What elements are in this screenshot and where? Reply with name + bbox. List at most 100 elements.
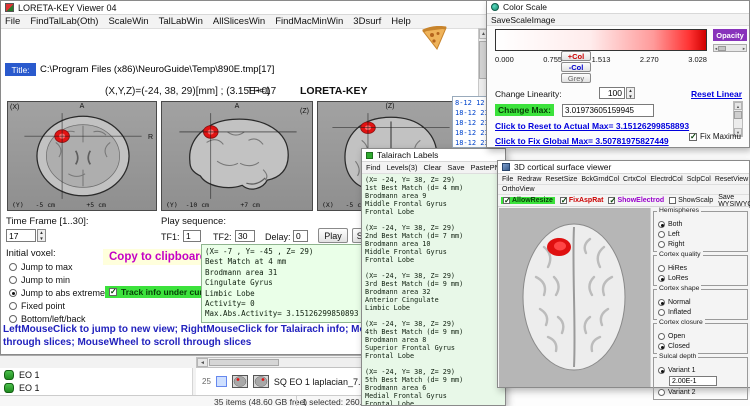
menu-crtxcol[interactable]: CrtxCol bbox=[623, 176, 646, 183]
menu-sclpcol[interactable]: SclpCol bbox=[687, 176, 711, 183]
show-electrod-checkbox[interactable]: ShowElectrod bbox=[608, 197, 664, 204]
delay-input[interactable]: 0 bbox=[293, 230, 308, 242]
menu-orthoview[interactable]: OrthoView bbox=[502, 186, 535, 193]
tf2-input[interactable]: 30 bbox=[235, 230, 255, 242]
closure-open-radio[interactable]: Open bbox=[658, 331, 745, 341]
menu-resetsize[interactable]: ResetSize bbox=[545, 176, 577, 183]
radio-icon[interactable] bbox=[658, 265, 665, 272]
radio-icon[interactable] bbox=[658, 275, 665, 282]
sagittal-brain-image[interactable] bbox=[175, 111, 301, 201]
menu-save[interactable]: Save bbox=[447, 163, 464, 172]
menu-3dsurf[interactable]: 3Dsurf bbox=[353, 16, 381, 27]
list-item[interactable]: EO 1 bbox=[0, 368, 192, 381]
radio-icon[interactable] bbox=[658, 389, 665, 396]
radio-icon[interactable] bbox=[658, 309, 665, 316]
radio-icon[interactable] bbox=[9, 263, 17, 271]
shape-normal-radio[interactable]: Normal bbox=[658, 297, 745, 307]
menu-resetview[interactable]: ResetView bbox=[715, 176, 748, 183]
reset-linear-link[interactable]: Reset Linear bbox=[691, 89, 742, 99]
checkbox-icon[interactable] bbox=[669, 197, 676, 204]
save-wysiwyg-button[interactable]: Save WYSIWYG bbox=[718, 194, 750, 208]
menu-help[interactable]: Help bbox=[391, 16, 411, 27]
spinner-down-icon[interactable]: ▼ bbox=[38, 236, 45, 242]
minus-col-button[interactable]: -Col bbox=[561, 62, 591, 72]
viewer3d-titlebar[interactable]: 3D cortical surface viewer bbox=[498, 161, 749, 174]
main-titlebar[interactable]: LORETA-KEY Viewer 04 bbox=[1, 1, 488, 15]
slider-up-icon[interactable]: ▲ bbox=[734, 102, 742, 110]
radio-icon[interactable] bbox=[658, 333, 665, 340]
menu-bckgrndcol[interactable]: BckGrndCol bbox=[581, 176, 619, 183]
menu-pastepn[interactable]: PastePN bbox=[471, 163, 501, 172]
radio-icon[interactable] bbox=[9, 302, 17, 310]
quality-hires-radio[interactable]: HiRes bbox=[658, 263, 745, 273]
sagittal-slice-panel[interactable]: A (Z) (Y) -10 cm +7 cm bbox=[161, 101, 313, 211]
menu-allsliceswin[interactable]: AllSlicesWin bbox=[213, 16, 265, 27]
fix-global-max-link[interactable]: Click to Fix Global Max= 3.5078197582744… bbox=[495, 136, 669, 146]
slider-thumb[interactable] bbox=[734, 111, 742, 119]
menu-clear[interactable]: Clear bbox=[423, 163, 441, 172]
time-frame-spinner[interactable]: ▲▼ bbox=[37, 229, 46, 242]
scroll-left-icon[interactable]: ◄ bbox=[197, 358, 208, 367]
scroll-thumb[interactable] bbox=[209, 359, 279, 366]
menu-findtallab[interactable]: FindTalLab(Oth) bbox=[30, 16, 98, 27]
list-item[interactable]: EO 1 bbox=[0, 381, 192, 394]
hemi-both-radio[interactable]: Both bbox=[658, 219, 745, 229]
voxel-option-jump-abs-extreme[interactable]: Jump to abs extreme bbox=[9, 288, 105, 298]
spinner-down-icon[interactable]: ▼ bbox=[627, 94, 634, 100]
copy-to-clipboard-button[interactable]: Copy to clipboard bbox=[103, 249, 213, 265]
axial-slice-panel[interactable]: A R (X) (Y) -5 cm +5 cm bbox=[7, 101, 157, 211]
shape-inflated-radio[interactable]: Inflated bbox=[658, 307, 745, 317]
menu-findmacminwin[interactable]: FindMacMinWin bbox=[275, 16, 343, 27]
grey-button[interactable]: Grey bbox=[561, 73, 591, 83]
checkbox-icon[interactable] bbox=[503, 197, 510, 204]
quality-lores-radio[interactable]: LoRes bbox=[658, 273, 745, 283]
radio-icon[interactable] bbox=[658, 221, 665, 228]
fix-asp-rat-checkbox[interactable]: FixAspRat bbox=[560, 197, 604, 204]
linearity-input[interactable]: 100 bbox=[599, 87, 625, 99]
menu-file[interactable]: File bbox=[502, 176, 513, 183]
reset-actual-max-link[interactable]: Click to Reset to Actual Max= 3.15126299… bbox=[495, 121, 689, 131]
radio-icon[interactable] bbox=[658, 241, 665, 248]
time-frame-input[interactable]: 17 bbox=[6, 229, 36, 242]
closure-closed-radio[interactable]: Closed bbox=[658, 341, 745, 351]
color-scale-titlebar[interactable]: Color Scale bbox=[487, 1, 749, 14]
sulcal-depth-input[interactable]: 2.00E-1 bbox=[669, 376, 717, 386]
axial-brain-image[interactable] bbox=[20, 111, 146, 201]
radio-icon[interactable] bbox=[658, 367, 665, 374]
menu-electrdcol[interactable]: ElectrdCol bbox=[650, 176, 682, 183]
cortex-3d-image[interactable] bbox=[514, 216, 634, 378]
menu-file[interactable]: File bbox=[5, 16, 20, 27]
opacity-slider[interactable]: ◄ ► bbox=[713, 44, 747, 52]
linearity-spinner[interactable]: ▲▼ bbox=[626, 87, 635, 99]
radio-icon[interactable] bbox=[9, 276, 17, 284]
opacity-button[interactable]: Opacity bbox=[713, 29, 747, 41]
change-max-input[interactable]: 3.01973605159945 bbox=[562, 104, 654, 117]
menu-savescaleimage[interactable]: SaveScaleImage bbox=[491, 15, 555, 25]
hemi-right-radio[interactable]: Right bbox=[658, 239, 745, 249]
menu-levels[interactable]: Levels(3) bbox=[387, 163, 418, 172]
slider-thumb[interactable] bbox=[718, 46, 726, 51]
tf1-input[interactable]: 1 bbox=[183, 230, 201, 242]
voxel-option-fixed-point[interactable]: Fixed point bbox=[9, 301, 65, 311]
menu-redraw[interactable]: Redraw bbox=[517, 176, 541, 183]
radio-icon[interactable] bbox=[658, 299, 665, 306]
allow-resize-checkbox[interactable]: AllowResize bbox=[501, 197, 555, 204]
checkbox-icon[interactable] bbox=[689, 133, 697, 141]
plus-col-button[interactable]: +Col bbox=[561, 51, 591, 61]
checkbox-icon[interactable] bbox=[560, 197, 567, 204]
radio-icon[interactable] bbox=[9, 289, 17, 297]
play-button[interactable]: Play bbox=[318, 228, 348, 243]
radio-icon[interactable] bbox=[9, 315, 17, 323]
radio-icon[interactable] bbox=[658, 343, 665, 350]
voxel-option-jump-max[interactable]: Jump to max bbox=[9, 262, 73, 272]
menu-scalewin[interactable]: ScaleWin bbox=[108, 16, 148, 27]
checkbox-icon[interactable] bbox=[109, 288, 117, 296]
checkbox-icon[interactable] bbox=[608, 197, 615, 204]
sulcal-variant1-radio[interactable]: Variant 1 bbox=[658, 365, 745, 375]
show-scalp-checkbox[interactable]: ShowScalp bbox=[669, 197, 713, 204]
slider-right-icon[interactable]: ► bbox=[742, 46, 746, 51]
sulcal-variant2-radio[interactable]: Variant 2 bbox=[658, 387, 745, 397]
voxel-option-jump-min[interactable]: Jump to min bbox=[9, 275, 70, 285]
menu-tallabwin[interactable]: TalLabWin bbox=[159, 16, 203, 27]
fix-maximum-checkbox[interactable]: Fix Maximu bbox=[689, 132, 741, 141]
